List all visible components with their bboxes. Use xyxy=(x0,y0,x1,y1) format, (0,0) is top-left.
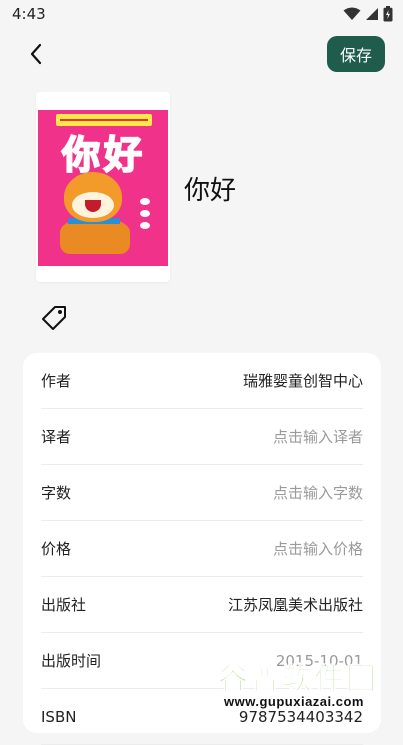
field-label: 价格 xyxy=(41,540,72,558)
status-bar: 4:43 xyxy=(0,0,403,28)
status-icons xyxy=(343,6,393,22)
field-row-price[interactable]: 价格 点击输入价格 xyxy=(41,521,363,577)
field-label: ISBN xyxy=(41,707,77,726)
field-row-publisher[interactable]: 出版社 江苏凤凰美术出版社 xyxy=(41,577,363,633)
book-info-card: 作者 瑞雅婴童创智中心 译者 点击输入译者 字数 点击输入字数 价格 点击输入价… xyxy=(23,353,381,745)
battery-icon xyxy=(383,6,393,22)
field-value: 2015-10-01 xyxy=(275,651,363,670)
cover-decorations xyxy=(140,198,156,232)
wifi-icon xyxy=(343,7,361,20)
cover-title: 你好 xyxy=(61,132,146,178)
field-label: 字数 xyxy=(41,484,72,502)
field-value: 9787534403342 xyxy=(238,707,363,726)
top-bar: 保存 xyxy=(0,34,403,74)
back-arrow-icon xyxy=(30,43,42,65)
field-row-word-count[interactable]: 字数 点击输入字数 xyxy=(41,465,363,521)
field-placeholder: 点击输入译者 xyxy=(272,428,363,446)
tag-icon xyxy=(42,306,66,330)
save-button[interactable]: 保存 xyxy=(327,36,385,72)
field-row-publish-date[interactable]: 出版时间 2015-10-01 xyxy=(41,633,363,689)
field-placeholder: 点击输入价格 xyxy=(272,540,363,558)
field-label: 出版时间 xyxy=(41,652,102,670)
field-label: 出版社 xyxy=(41,596,87,614)
cover-image: 你好 xyxy=(38,110,168,266)
field-value: 瑞雅婴童创智中心 xyxy=(242,372,363,390)
signal-icon xyxy=(366,8,378,20)
tag-button[interactable] xyxy=(40,304,68,332)
field-row-translator[interactable]: 译者 点击输入译者 xyxy=(41,409,363,465)
back-button[interactable] xyxy=(22,40,50,68)
book-title[interactable]: 你好 xyxy=(184,170,236,207)
book-cover[interactable]: 你好 xyxy=(36,92,170,282)
field-label: 译者 xyxy=(41,428,72,446)
field-row-author[interactable]: 作者 瑞雅婴童创智中心 xyxy=(41,353,363,409)
status-time: 4:43 xyxy=(12,5,46,23)
field-label: 作者 xyxy=(41,372,72,390)
field-value: 江苏凤凰美术出版社 xyxy=(227,596,363,614)
field-row-isbn[interactable]: ISBN 9787534403342 xyxy=(41,689,363,745)
field-placeholder: 点击输入字数 xyxy=(272,484,363,502)
